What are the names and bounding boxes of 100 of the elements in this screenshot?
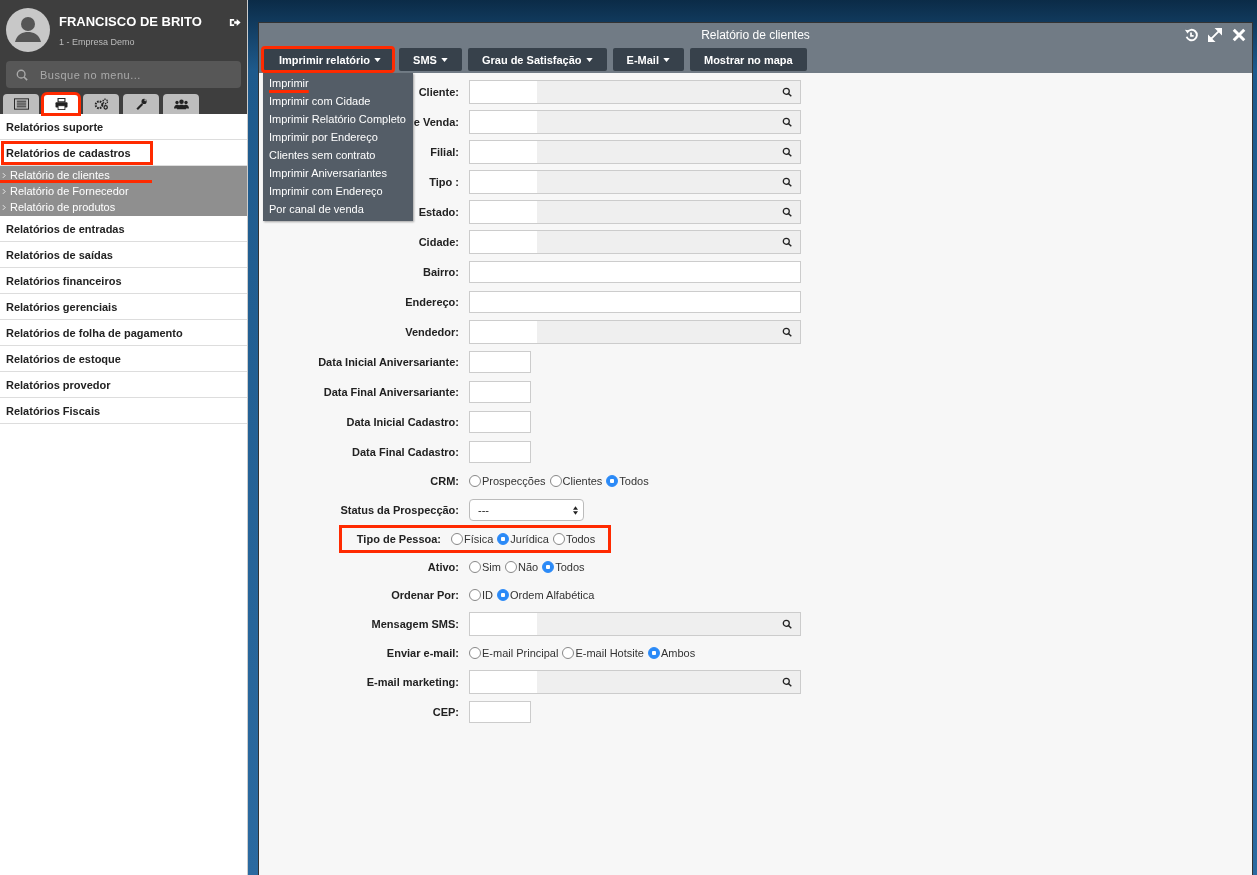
search-input[interactable]: Busque no menu... [38, 67, 222, 82]
radio-button[interactable] [469, 589, 481, 601]
radio-option[interactable]: Ambos [647, 647, 696, 659]
search-icon [782, 237, 792, 247]
radio-button[interactable] [469, 647, 481, 659]
date-field[interactable] [469, 411, 531, 433]
date-field[interactable] [469, 441, 531, 463]
lookup-field[interactable] [469, 140, 801, 164]
menu-tab[interactable] [163, 94, 199, 114]
date-field[interactable] [469, 701, 531, 723]
history-icon[interactable] [1184, 28, 1198, 42]
menu-item[interactable]: Imprimir [263, 74, 413, 92]
list-icon [13, 98, 29, 110]
radio-button[interactable] [497, 533, 510, 545]
radio-button[interactable] [542, 561, 555, 573]
menu-group[interactable]: Relatórios Fiscais [3, 401, 104, 420]
lookup-field[interactable] [469, 200, 801, 224]
toolbar-button[interactable]: Imprimir relatório [263, 48, 394, 71]
field-label: e Venda: [413, 116, 459, 128]
radio-button[interactable] [469, 475, 481, 487]
radio-button[interactable] [549, 475, 562, 487]
radio-option[interactable]: E-mail Principal [469, 647, 559, 659]
menu-group[interactable]: Relatórios de cadastros [3, 142, 151, 163]
menu-item[interactable]: Clientes sem contrato [263, 146, 413, 164]
menu-tab[interactable] [43, 94, 79, 114]
menu-group[interactable]: Relatórios de estoque [3, 349, 124, 368]
lookup-field[interactable] [469, 320, 801, 344]
logout-icon[interactable] [229, 17, 241, 28]
radio-option[interactable]: Ordem Alfabética [497, 589, 595, 601]
radio-option[interactable]: ID [469, 589, 493, 601]
menu-item[interactable]: Imprimir Relatório Completo [263, 110, 413, 128]
menu-item[interactable]: Imprimir por Endereço [263, 128, 413, 146]
lookup-field[interactable] [469, 170, 801, 194]
printer-icon [53, 98, 69, 110]
menu-group[interactable]: Relatórios financeiros [3, 271, 125, 290]
radio-option[interactable]: Todos [606, 475, 649, 487]
menu-item[interactable]: Por canal de venda [263, 200, 413, 218]
date-field[interactable] [469, 381, 531, 403]
radio-option[interactable]: Não [504, 561, 539, 573]
toolbar-button[interactable]: Grau de Satisfação [467, 48, 607, 71]
menu-group[interactable]: Relatórios de saídas [3, 245, 116, 264]
search-icon [782, 677, 792, 687]
lookup-field[interactable] [469, 80, 801, 104]
field-label: Endereço: [405, 296, 459, 308]
lookup-field[interactable] [469, 230, 801, 254]
radio-button[interactable] [647, 647, 660, 659]
search-icon [782, 327, 792, 337]
menu-group[interactable]: Relatórios suporte [3, 117, 107, 136]
field-label: CEP: [432, 706, 459, 718]
radio-button[interactable] [562, 647, 575, 659]
date-field[interactable] [469, 351, 531, 373]
search-icon [782, 619, 792, 629]
menu-item[interactable]: Imprimir Aniversariantes [263, 164, 413, 182]
lookup-field[interactable] [469, 612, 801, 636]
radio-option[interactable]: Prospecções [469, 475, 546, 487]
field-label: Data Final Cadastro: [352, 446, 459, 458]
search-icon [782, 87, 792, 97]
menu-tab[interactable] [83, 94, 119, 114]
radio-option[interactable]: Clientes [549, 475, 603, 487]
field-label: Data Inicial Aniversariante: [318, 356, 459, 368]
caret-icon [585, 57, 593, 62]
menu-group[interactable]: Relatórios de folha de pagamento [3, 323, 186, 342]
radio-option[interactable]: Sim [469, 561, 501, 573]
radio-button[interactable] [606, 475, 619, 487]
radio-option[interactable]: E-mail Hotsite [562, 647, 644, 659]
menu-item[interactable]: Imprimir com Endereço [263, 182, 413, 200]
avatar-icon [6, 8, 50, 52]
search-icon [782, 147, 792, 157]
radio-option[interactable]: Todos [552, 533, 596, 545]
menu-search-field[interactable]: Busque no menu... [6, 61, 241, 88]
radio-button[interactable] [497, 589, 509, 601]
radio-button[interactable] [552, 533, 565, 545]
menu-group[interactable]: Relatórios provedor [3, 375, 114, 394]
toolbar-button[interactable]: E-Mail [612, 48, 684, 71]
select-field[interactable]: --- [469, 499, 584, 521]
close-icon[interactable] [1232, 28, 1246, 42]
menu-group[interactable]: Relatórios de entradas [3, 219, 128, 238]
radio-option[interactable]: Física [451, 533, 494, 545]
menu-group[interactable]: Relatórios gerenciais [3, 297, 121, 316]
lookup-field[interactable] [469, 110, 801, 134]
search-icon [782, 207, 792, 217]
caret-icon [663, 57, 670, 62]
radio-button[interactable] [504, 561, 517, 573]
menu-tab[interactable] [3, 94, 39, 114]
field-label: Estado: [418, 206, 459, 218]
radio-option[interactable]: Todos [542, 561, 585, 573]
radio-button[interactable] [469, 561, 481, 573]
text-field[interactable] [469, 261, 801, 283]
caret-icon [374, 57, 382, 62]
text-field[interactable] [469, 291, 801, 313]
radio-button[interactable] [451, 533, 463, 545]
field-label: Data Inicial Cadastro: [346, 416, 459, 428]
toolbar-button[interactable]: Mostrar no mapa [690, 48, 807, 71]
radio-option[interactable]: Jurídica [497, 533, 549, 545]
menu-tab[interactable] [123, 94, 159, 114]
toolbar-button[interactable]: SMS [399, 48, 462, 71]
expand-icon[interactable] [1208, 28, 1222, 42]
submenu-label: Relatório de clientes [10, 169, 110, 181]
menu-item[interactable]: Imprimir com Cidade [263, 92, 413, 110]
lookup-field[interactable] [469, 670, 801, 694]
